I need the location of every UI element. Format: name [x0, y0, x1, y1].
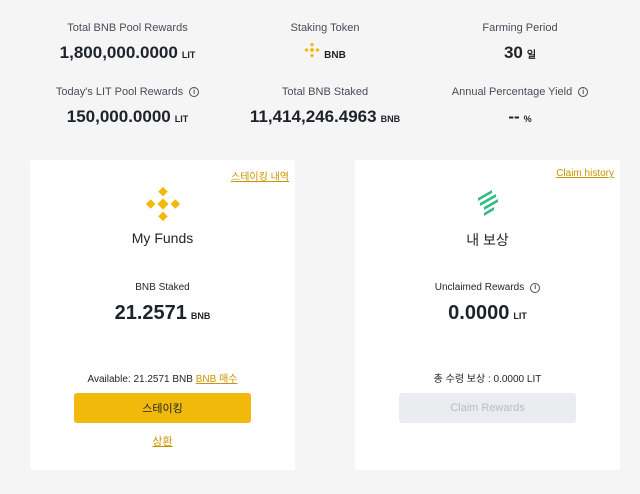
info-icon[interactable]: i: [189, 87, 200, 97]
info-icon[interactable]: i: [578, 87, 589, 97]
lit-token-icon: [472, 186, 504, 223]
stat-unit: BNB: [380, 114, 401, 124]
card-title: 내 보상: [466, 232, 509, 248]
stat-value: 150,000.0000: [66, 107, 171, 126]
total-received-rewards: 총 수령 보상 : 0.0000 LIT: [433, 374, 542, 385]
stat-unit: %: [523, 114, 532, 124]
stat-unit: 일: [526, 50, 537, 61]
pool-stats: Total BNB Pool Rewards 1,800,000.0000 LI…: [0, 0, 640, 150]
stat-unit: LIT: [174, 114, 189, 124]
stat-value: --: [508, 107, 520, 126]
stat-value: 11,414,246.4963: [249, 107, 377, 126]
claim-history-link[interactable]: Claim history: [556, 168, 614, 179]
stat-label: Today's LIT Pool Rewards: [55, 86, 184, 98]
bnb-logo-icon: [145, 186, 181, 227]
stat-unit: LIT: [181, 50, 196, 60]
stat-apy: Annual Percentage Yield i -- %: [440, 86, 600, 127]
stat-label: Total BNB Pool Rewards: [67, 22, 188, 34]
staked-amount: 21.2571: [114, 302, 187, 324]
stat-staking-token: Staking Token BNB: [250, 22, 400, 63]
unclaimed-unit: LIT: [513, 311, 527, 321]
metric-label: BNB Staked: [135, 282, 190, 293]
staking-history-link[interactable]: 스테이킹 내역: [231, 168, 289, 183]
staked-unit: BNB: [190, 311, 211, 321]
my-rewards-card: Claim history 내 보상 Unclaimed Rewards i 0…: [355, 160, 620, 470]
stake-button[interactable]: 스테이킹: [74, 393, 251, 423]
redeem-link[interactable]: 상환: [30, 433, 295, 449]
my-funds-card: 스테이킹 내역 My Funds BNB Staked 21.2571 BNB …: [30, 160, 295, 470]
unclaimed-amount: 0.0000: [448, 302, 510, 324]
stat-label: Total BNB Staked: [281, 86, 369, 98]
staking-token-name: BNB: [324, 50, 346, 61]
claim-rewards-button[interactable]: Claim Rewards: [399, 393, 576, 423]
stat-value: 30: [503, 43, 523, 62]
stat-farming-period: Farming Period 30 일: [445, 22, 595, 63]
metric-label: Unclaimed Rewards: [434, 282, 525, 293]
stat-label: Annual Percentage Yield: [451, 86, 573, 98]
info-icon[interactable]: i: [530, 282, 541, 293]
card-title: My Funds: [131, 230, 194, 246]
stat-value: 1,800,000.0000: [59, 43, 178, 62]
stat-label: Farming Period: [482, 22, 558, 34]
available-text: Available: 21.2571 BNB: [87, 374, 193, 385]
stat-total-staked: Total BNB Staked 11,414,246.4963 BNB: [235, 86, 415, 127]
buy-bnb-link[interactable]: BNB 매수: [196, 374, 238, 385]
bnb-icon: [304, 42, 320, 63]
stat-label: Staking Token: [290, 22, 360, 34]
available-balance: Available: 21.2571 BNB BNB 매수: [30, 370, 295, 385]
stat-today-pool: Today's LIT Pool Rewards i 150,000.0000 …: [40, 86, 215, 127]
stat-total-pool: Total BNB Pool Rewards 1,800,000.0000 LI…: [40, 22, 215, 63]
